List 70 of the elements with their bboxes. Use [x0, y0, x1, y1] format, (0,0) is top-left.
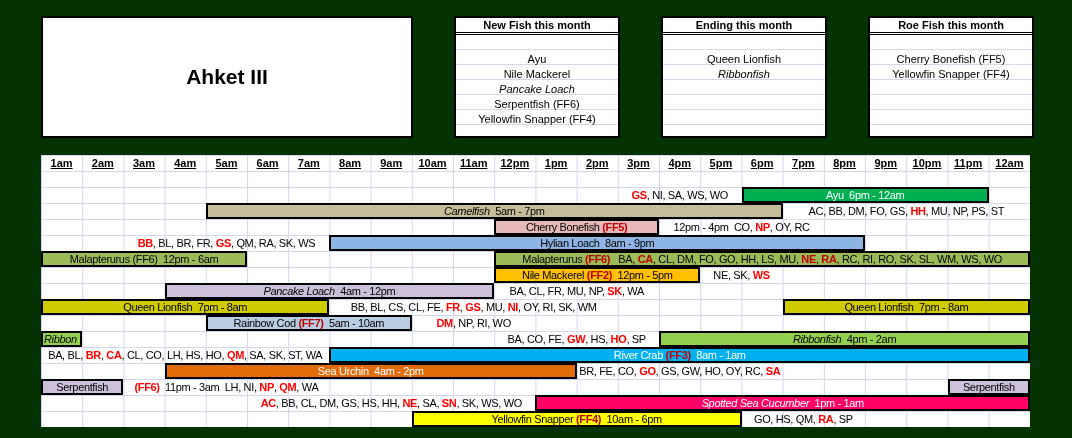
hour-label: 12am: [995, 155, 1024, 171]
hour-label: 11pm: [954, 155, 983, 171]
location-codes: BA, CO, FE, GW, HS, HO, SP: [506, 332, 647, 347]
schedule-bar: Malapterurus (FF6) BA, CA, CL, DM, FO, GO, HH, LS, MU, NE, RA, RC, RI, RO, SK, SL, WM, WS, WO: [494, 251, 1030, 267]
schedule-bar: Ribbonfish 4pm - 2am: [659, 331, 1030, 347]
location-codes: BB, BL, BR, FR, GS, QM, RA, SK, WS: [136, 236, 317, 251]
location-codes: NE, SK, WS: [712, 268, 771, 283]
fish-name: Cherry Bonefish (FF5): [896, 52, 1006, 67]
hour-label: 6am: [256, 155, 279, 171]
fish-name: Yellowfin Snapper (FF4): [892, 67, 1010, 82]
location-codes: AC, BB, DM, FO, GS, HH, MU, NP, PS, ST: [807, 204, 1006, 219]
location-codes: (FF6) 11pm - 3am LH, NI, NP, QM, WA: [133, 380, 320, 395]
list-heading: New Fish this month: [483, 17, 591, 33]
fish-name: Ayu: [527, 52, 547, 67]
hour-label: 3pm: [627, 155, 650, 171]
hour-label: 5am: [215, 155, 238, 171]
schedule-bar: Yellowfin Snapper (FF4) 10am - 6pm: [411, 411, 742, 427]
schedule-bar: River Crab (FF3) 8am - 1am: [329, 347, 1030, 363]
hour-label: 12pm: [500, 155, 530, 171]
schedule-bar: Queen Lionfish 7pm - 8am: [41, 299, 330, 315]
hour-label: 4pm: [668, 155, 692, 171]
schedule-bar: Ribbon: [41, 331, 83, 347]
fish-name: Ribbonfish: [718, 67, 770, 82]
fish-name: Pancake Loach: [499, 82, 575, 97]
location-codes: 12pm - 4pm CO, NP, OY, RC: [672, 220, 811, 235]
schedule-bar: Pancake Loach 4am - 12pm: [164, 283, 495, 299]
schedule-bar: Sea Urchin 4am - 2pm: [164, 363, 577, 379]
schedule-bar: Spotted Sea Cucumber 1pm - 1am: [535, 395, 1030, 411]
location-codes: BA, CL, FR, MU, NP, SK, WA: [508, 284, 645, 299]
schedule-bar: Malapterurus (FF6) 12pm - 6am: [41, 251, 248, 267]
hour-label: 7am: [297, 155, 320, 171]
fish-name: Serpentfish (FF6): [494, 97, 580, 112]
hour-label: 1am: [50, 155, 73, 171]
hour-label: 9pm: [874, 155, 898, 171]
location-codes: DM, NP, RI, WO: [435, 316, 512, 331]
schedule-bar: Queen Lionfish 7pm - 8am: [782, 299, 1030, 315]
hour-label: 8am: [339, 155, 362, 171]
schedule-bar: Ayu 6pm - 12am: [741, 187, 989, 203]
hour-label: 11am: [459, 155, 488, 171]
list-heading: Roe Fish this month: [898, 17, 1004, 33]
location-codes: BR, FE, CO, GO, GS, GW, HO, OY, RC, SA: [578, 364, 782, 379]
schedule-bar: Hylian Loach 8am - 9pm: [329, 235, 866, 251]
hour-label: 7pm: [792, 155, 815, 171]
hour-label: 8pm: [833, 155, 856, 171]
hour-label: 4am: [174, 155, 197, 171]
schedule-bar: Serpentfish: [947, 379, 1030, 395]
hour-label: 3am: [133, 155, 155, 171]
hour-label: 10pm: [912, 155, 942, 171]
hour-label: 5pm: [709, 155, 733, 171]
hour-label: 10am: [418, 155, 447, 171]
hour-label: 2am: [91, 155, 114, 171]
fish-name: Yellowfin Snapper (FF4): [478, 112, 596, 127]
hour-label: 1pm: [544, 155, 568, 171]
location-codes: GS, NI, SA, WS, WO: [630, 188, 729, 203]
fish-name: Nile Mackerel: [503, 67, 571, 82]
schedule-bar: Camelfish 5am - 7pm: [205, 203, 783, 219]
list-heading: Ending this month: [695, 17, 793, 33]
fish-name: Queen Lionfish: [707, 52, 781, 67]
schedule-bar: Cherry Bonefish (FF5): [494, 219, 660, 235]
schedule-bar: Rainbow Cod (FF7) 5am - 10am: [205, 315, 412, 331]
location-codes: GO, HS, QM, RA, SP: [752, 412, 854, 427]
schedule-bar: Serpentfish: [41, 379, 124, 395]
location-codes: BA, BL, BR, CA, CL, CO, LH, HS, HO, QM, SA, SK, ST, WA: [47, 348, 324, 363]
sheet-title: Ahket III: [186, 64, 268, 91]
hour-label: 2pm: [586, 155, 609, 171]
location-codes: BB, BL, CS, CL, FE, FR, GS, MU, NI, OY, RI, SK, WM: [349, 300, 598, 315]
hour-label: 9am: [380, 155, 403, 171]
hour-label: 6pm: [750, 155, 774, 171]
schedule-bar: Nile Mackerel (FF2) 12pm - 5pm: [494, 267, 701, 283]
location-codes: AC, BB, CL, DM, GS, HS, HH, NE, SA, SN, SK, WS, WO: [259, 396, 523, 411]
